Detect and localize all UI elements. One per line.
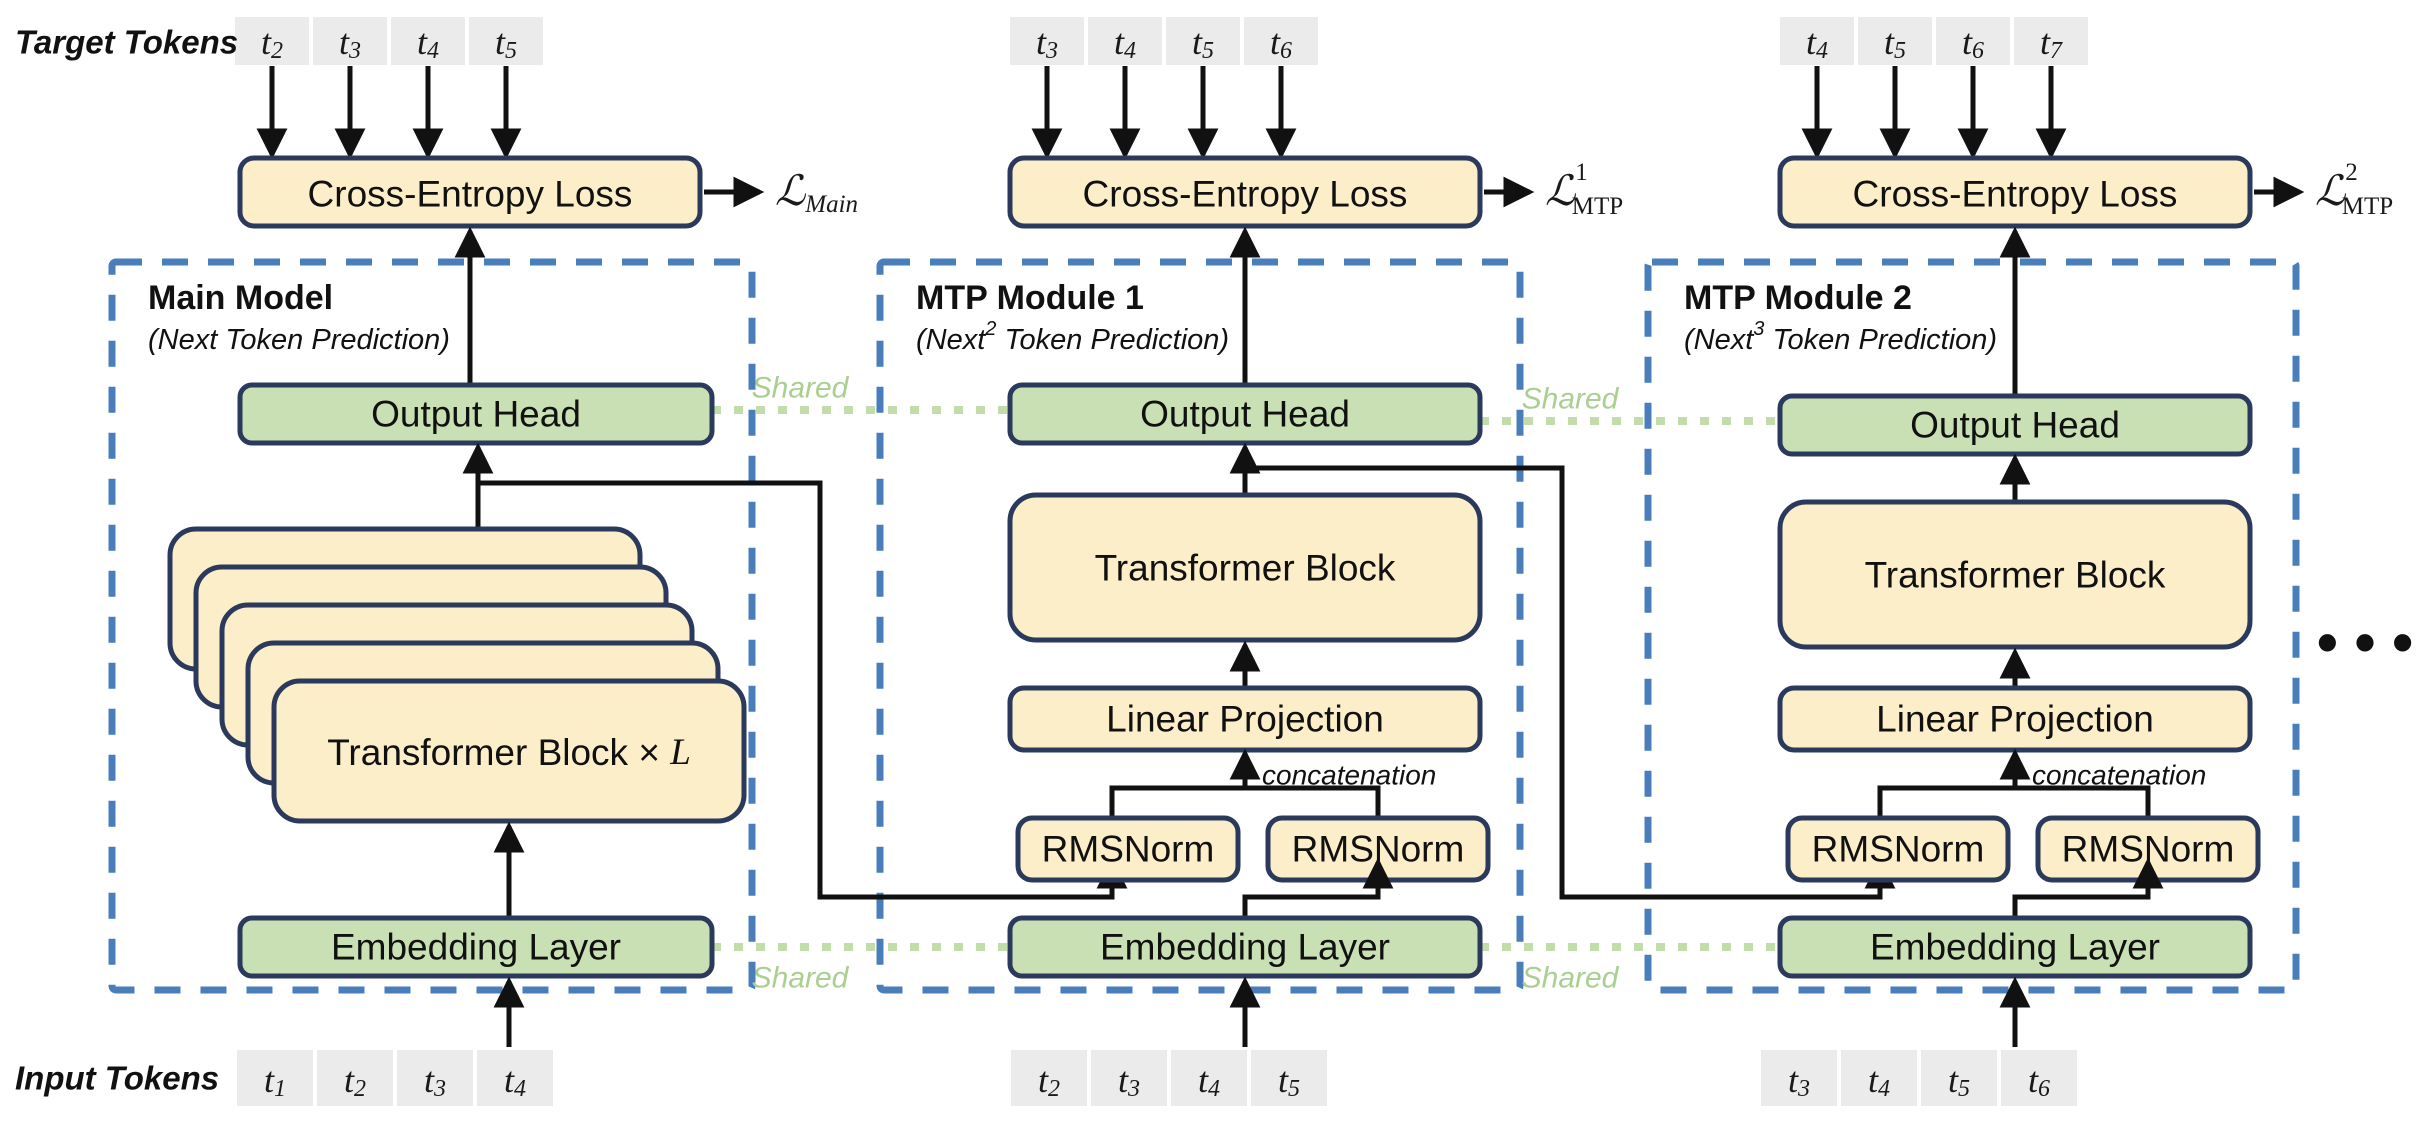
input-token-group-mtp-module-1: t2 t3 t4 t5: [1011, 1050, 1327, 1106]
mtp-diagram: t2 t3 t4 t5 Cross-Entropy Loss ℒMain Mai…: [15, 17, 2413, 1106]
loss-symbol-mtp-module-2: ℒ2 MTP: [2315, 159, 2393, 220]
cross-entropy-loss-label: Cross-Entropy Loss: [1083, 174, 1408, 215]
module-title-mtp-module-1: MTP Module 1: [916, 279, 1144, 317]
token-subscript: 4: [514, 1076, 526, 1102]
token-subscript: 3: [348, 38, 361, 64]
token-subscript: 4: [427, 38, 439, 64]
token-subscript: 5: [1202, 38, 1214, 64]
module-subtitle-mtp-module-2: (Next3 Token Prediction): [1684, 318, 1997, 356]
output-head-label: Output Head: [1910, 405, 2120, 446]
rmsnorm-left-label: RMSNorm: [1042, 829, 1215, 870]
cross-entropy-loss-label: Cross-Entropy Loss: [308, 174, 633, 215]
target-token-group-main-model: t2 t3 t4 t5: [235, 17, 543, 65]
token-subscript: 4: [1878, 1076, 1890, 1102]
shared-label-output-head-1: Shared: [752, 372, 850, 405]
token-subscript: 3: [433, 1076, 446, 1102]
input-token-group-main-model: t1 t2 t3 t4: [237, 1050, 553, 1106]
embedding-layer-label: Embedding Layer: [1100, 927, 1390, 968]
module-subtitle-mtp-module-1: (Next2 Token Prediction): [916, 318, 1229, 356]
input-tokens-row-label: Input Tokens: [15, 1060, 219, 1097]
rmsnorm-left-label: RMSNorm: [1812, 829, 1985, 870]
target-token-group-mtp-module-2: t4 t5 t6 t7: [1780, 17, 2088, 65]
token-subscript: 5: [1958, 1076, 1970, 1102]
linear-projection-label: Linear Projection: [1106, 699, 1384, 740]
token-subscript: 7: [2050, 38, 2063, 64]
output-head-label: Output Head: [371, 394, 581, 435]
token-subscript: 5: [1288, 1076, 1300, 1102]
embedding-layer-label: Embedding Layer: [331, 927, 621, 968]
token-subscript: 2: [271, 38, 283, 64]
transformer-stack-main-model: Transformer Block × L: [167, 526, 747, 824]
linear-projection-label: Linear Projection: [1876, 699, 2154, 740]
loss-symbol-main-model: ℒMain: [775, 169, 858, 218]
token-subscript: 3: [1797, 1076, 1810, 1102]
transformer-block-label-mtp-module-1: Transformer Block: [1095, 548, 1396, 589]
transformer-block-label-mtp-module-2: Transformer Block: [1865, 555, 2166, 596]
module-title-main-model: Main Model: [148, 279, 333, 317]
shared-label-embedding-2: Shared: [1522, 962, 1620, 995]
token-subscript: 3: [1127, 1076, 1140, 1102]
target-token-group-mtp-module-1: t3 t4 t5 t6: [1010, 17, 1318, 65]
module-subtitle-main-model: (Next Token Prediction): [148, 324, 450, 356]
token-subscript: 4: [1124, 38, 1136, 64]
embedding-layer-label: Embedding Layer: [1870, 927, 2160, 968]
token-subscript: 2: [354, 1076, 366, 1102]
target-tokens-row-label: Target Tokens: [15, 24, 238, 61]
token-subscript: 4: [1816, 38, 1828, 64]
token-subscript: 5: [505, 38, 517, 64]
token-subscript: 6: [2038, 1076, 2050, 1102]
cross-entropy-loss-label: Cross-Entropy Loss: [1853, 174, 2178, 215]
concatenation-label-mtp-module-1: concatenation: [1262, 760, 1436, 791]
input-token-group-mtp-module-2: t3 t4 t5 t6: [1761, 1050, 2077, 1106]
module-title-mtp-module-2: MTP Module 2: [1684, 279, 1912, 317]
figure-canvas: t2 t3 t4 t5 Cross-Entropy Loss ℒMain Mai…: [0, 0, 2422, 1130]
concatenation-label-mtp-module-2: concatenation: [2032, 760, 2206, 791]
shared-label-output-head-2: Shared: [1522, 383, 1620, 416]
token-subscript: 5: [1894, 38, 1906, 64]
loss-symbol-mtp-module-1: ℒ1 MTP: [1545, 159, 1623, 220]
token-subscript: 6: [1280, 38, 1292, 64]
shared-label-embedding-1: Shared: [752, 962, 850, 995]
token-subscript: 3: [1045, 38, 1058, 64]
token-subscript: 2: [1048, 1076, 1060, 1102]
token-subscript: 6: [1972, 38, 1984, 64]
token-subscript: 1: [274, 1076, 286, 1102]
token-subscript: 4: [1208, 1076, 1220, 1102]
transformer-block-label-main-model: Transformer Block × L: [327, 732, 691, 773]
continuation-ellipsis: • • •: [2317, 609, 2413, 676]
output-head-label: Output Head: [1140, 394, 1350, 435]
